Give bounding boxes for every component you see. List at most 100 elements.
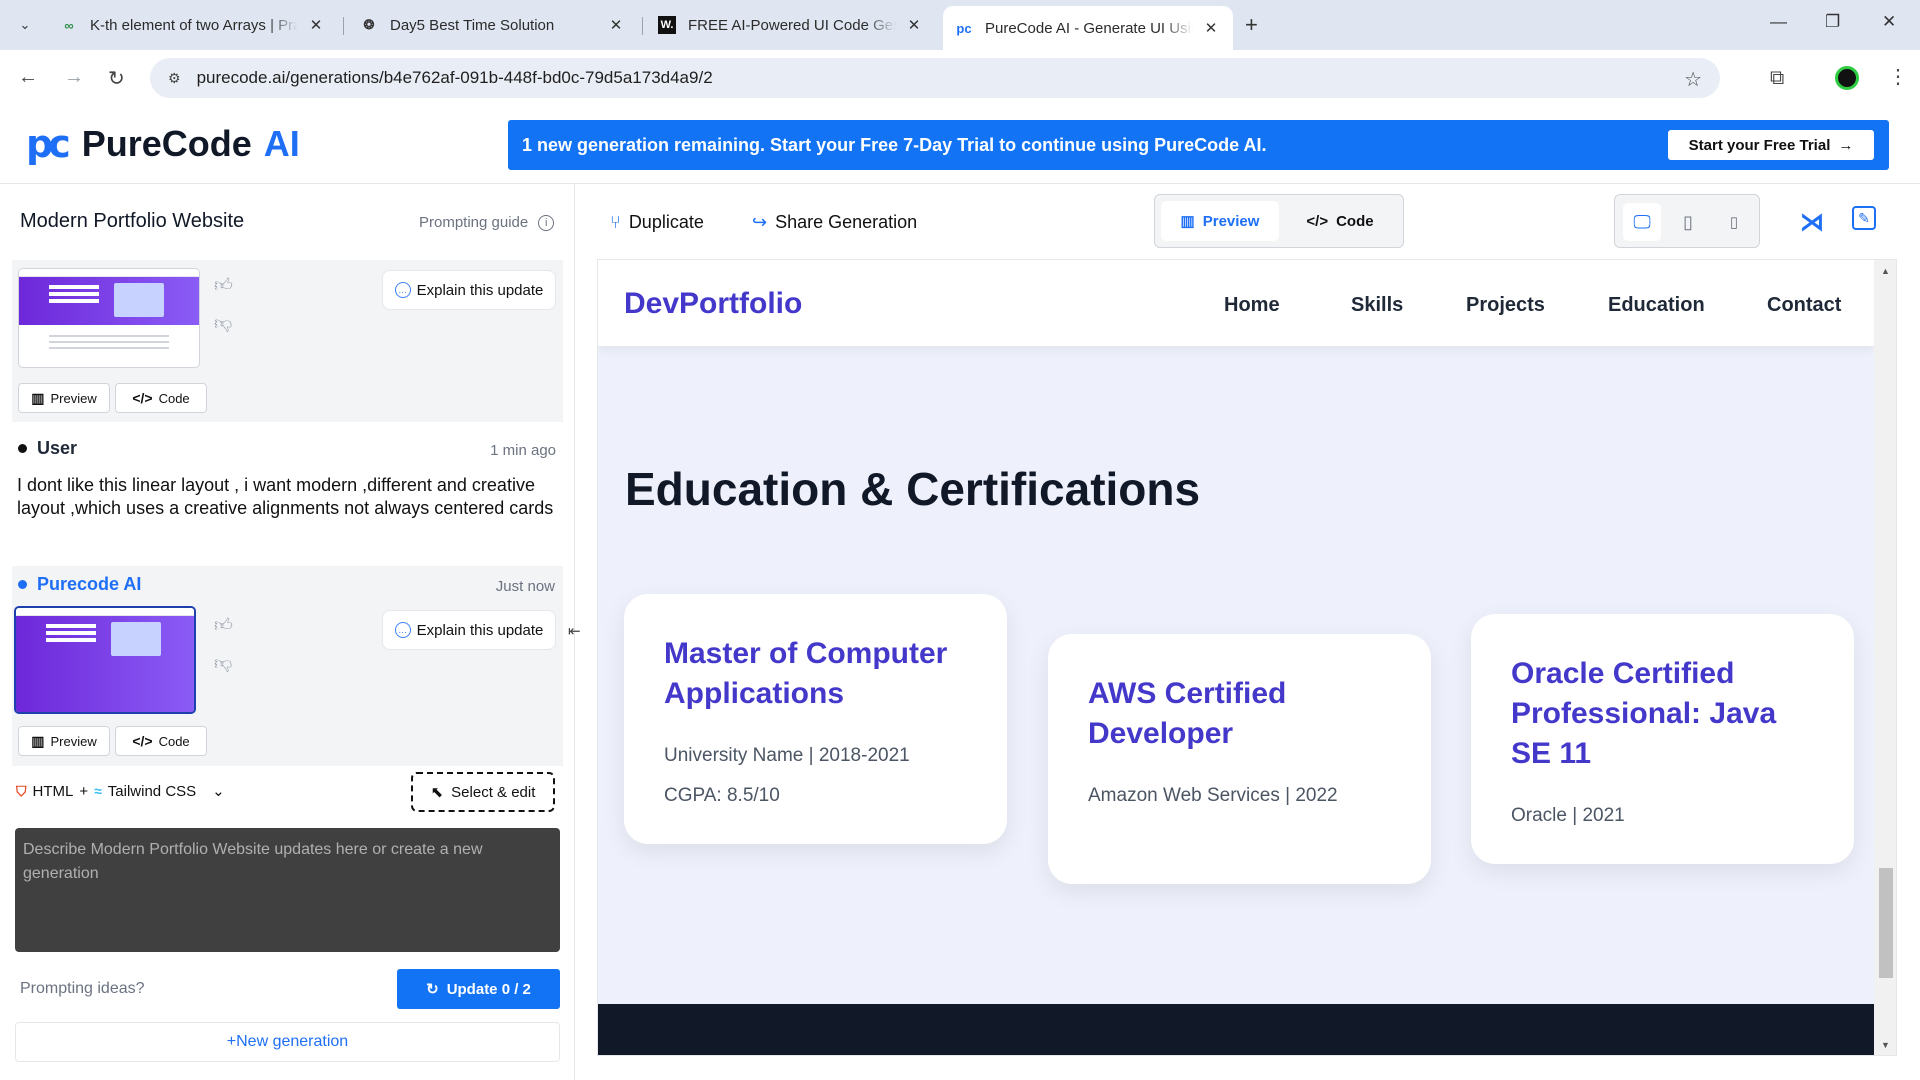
- preview-footer: [598, 1004, 1874, 1055]
- mobile-icon[interactable]: ▯: [1715, 203, 1753, 241]
- code-button[interactable]: </> Code: [115, 726, 207, 756]
- scroll-down-icon[interactable]: ▼: [1881, 1040, 1890, 1050]
- preview-nav-skills[interactable]: Skills: [1351, 294, 1403, 317]
- layout-icon: ▥: [31, 732, 45, 749]
- preview-nav-education[interactable]: Education: [1608, 294, 1705, 317]
- ai-generation: Purecode AI Just now 👍︎ 👎︎ … Explain thi…: [12, 566, 563, 766]
- tab-preview[interactable]: ▥ Preview: [1161, 201, 1279, 241]
- collapse-panel-icon[interactable]: ⇤: [568, 622, 581, 640]
- minimize-icon[interactable]: —: [1770, 12, 1787, 32]
- select-edit-button[interactable]: ⬉ Select & edit: [411, 772, 555, 812]
- tab-code[interactable]: </> Code: [1281, 201, 1399, 241]
- close-window-icon[interactable]: ✕: [1882, 12, 1896, 32]
- url-text[interactable]: purecode.ai/generations/b4e762af-091b-44…: [197, 68, 713, 88]
- code-icon: </>: [132, 733, 153, 749]
- user-dot-icon: [18, 444, 27, 453]
- app-header: pc PureCode AI 1 new generation remainin…: [0, 106, 1920, 184]
- preview-button[interactable]: ▥ Preview: [18, 383, 110, 413]
- prompting-guide-link[interactable]: Prompting guide i: [419, 214, 555, 231]
- preview-nav-home[interactable]: Home: [1224, 294, 1280, 317]
- generation-thumbnail[interactable]: [18, 268, 200, 368]
- bookmark-star-icon[interactable]: ☆: [1684, 67, 1702, 92]
- reload-icon[interactable]: ↻: [108, 66, 125, 91]
- browser-menu-icon[interactable]: ⋮: [1888, 64, 1908, 89]
- scrollbar-thumb[interactable]: [1879, 868, 1893, 978]
- tablet-icon[interactable]: ▯: [1669, 203, 1707, 241]
- start-free-trial-button[interactable]: Start your Free Trial →: [1668, 130, 1874, 160]
- preview-navbar: DevPortfolio Home Skills Projects Educat…: [598, 260, 1874, 346]
- restore-icon[interactable]: ❐: [1825, 12, 1840, 32]
- browser-tab-1[interactable]: ∞ K-th element of two Arrays | Pra ✕: [48, 8, 338, 42]
- education-card-2: AWS Certified Developer Amazon Web Servi…: [1048, 634, 1431, 884]
- tab-search-chevron-icon[interactable]: ⌄: [12, 12, 38, 38]
- code-label: Code: [158, 733, 190, 749]
- fork-icon: ⑂: [610, 212, 621, 232]
- layout-icon: ▥: [31, 389, 45, 406]
- thumbs-down-icon[interactable]: 👎︎: [214, 312, 232, 334]
- forward-icon[interactable]: →: [64, 66, 84, 89]
- thumbs-up-icon[interactable]: 👍︎: [214, 614, 233, 636]
- education-card-3: Oracle Certified Professional: Java SE 1…: [1471, 614, 1854, 864]
- card-line: CGPA: 8.5/10: [664, 785, 780, 806]
- extensions-icon[interactable]: ⧉: [1770, 67, 1784, 90]
- vscode-icon[interactable]: ⋊: [1800, 208, 1824, 237]
- browser-tab-active[interactable]: pc PureCode AI - Generate UI Usin ✕: [943, 6, 1233, 50]
- close-tab-icon[interactable]: ✕: [1201, 19, 1221, 37]
- code-label: Code: [158, 390, 190, 406]
- card-title: AWS Certified Developer: [1088, 677, 1287, 750]
- card-line: Amazon Web Services | 2022: [1088, 785, 1338, 806]
- scroll-up-icon[interactable]: ▲: [1881, 266, 1890, 276]
- html5-icon: ⛉: [16, 782, 27, 799]
- prompting-ideas-link[interactable]: Prompting ideas?: [20, 980, 145, 998]
- close-tab-icon[interactable]: ✕: [306, 16, 326, 34]
- share-generation-button[interactable]: ↪ Share Generation: [752, 212, 917, 233]
- thumbs-down-icon[interactable]: 👎︎: [214, 652, 232, 674]
- thumbs-up-icon[interactable]: 👍︎: [214, 274, 233, 296]
- address-bar-row: ← → ↻ ⚙ purecode.ai/generations/b4e762af…: [0, 50, 1920, 106]
- close-tab-icon[interactable]: ✕: [606, 16, 626, 34]
- device-toggle: 🖵︎ ▯ ▯: [1614, 194, 1760, 248]
- browser-tab-2[interactable]: ❂ Day5 Best Time Solution ✕: [348, 8, 638, 42]
- back-icon[interactable]: ←: [18, 66, 38, 89]
- prompting-guide-label: Prompting guide: [419, 214, 529, 231]
- preview-nav-contact[interactable]: Contact: [1767, 294, 1841, 317]
- preview-brand[interactable]: DevPortfolio: [624, 287, 802, 321]
- prompt-input[interactable]: Describe Modern Portfolio Website update…: [15, 828, 560, 952]
- explain-update-button[interactable]: … Explain this update: [382, 610, 556, 650]
- purecode-logo[interactable]: pc PureCode AI: [26, 122, 300, 166]
- chat-icon: …: [394, 622, 411, 638]
- profile-avatar[interactable]: [1835, 66, 1859, 90]
- banner-text: 1 new generation remaining. Start your F…: [522, 134, 1267, 155]
- desktop-icon[interactable]: 🖵︎: [1623, 203, 1661, 241]
- user-role-row: User: [18, 438, 77, 459]
- preview-nav-projects[interactable]: Projects: [1466, 294, 1545, 317]
- close-tab-icon[interactable]: ✕: [904, 16, 924, 34]
- previous-generation: 👍︎ 👎︎ … Explain this update ▥ Preview </…: [12, 260, 563, 422]
- tab-preview-label: Preview: [1202, 212, 1260, 230]
- selected-generation-thumbnail[interactable]: [14, 606, 196, 714]
- preview-label: Preview: [50, 733, 97, 749]
- card-line: Oracle | 2021: [1511, 805, 1625, 826]
- chat-sidebar: Modern Portfolio Website Prompting guide…: [0, 184, 581, 1080]
- tab-title: K-th element of two Arrays | Pra: [90, 16, 298, 34]
- update-button[interactable]: ↻ Update 0 / 2: [397, 969, 560, 1009]
- stack-selector[interactable]: ⛉ HTML + ≈ Tailwind CSS ⌄: [16, 782, 225, 801]
- tab-code-label: Code: [1336, 212, 1374, 230]
- preview-frame[interactable]: DevPortfolio Home Skills Projects Educat…: [597, 259, 1897, 1056]
- url-bar[interactable]: ⚙ purecode.ai/generations/b4e762af-091b-…: [150, 58, 1720, 98]
- browser-tab-3[interactable]: W. FREE AI-Powered UI Code Gene ✕: [646, 8, 936, 42]
- code-button[interactable]: </> Code: [115, 383, 207, 413]
- trial-banner: 1 new generation remaining. Start your F…: [508, 120, 1889, 170]
- preview-button[interactable]: ▥ Preview: [18, 726, 110, 756]
- duplicate-button[interactable]: ⑂ Duplicate: [610, 212, 704, 233]
- select-edit-label: Select & edit: [451, 783, 536, 801]
- explain-update-button[interactable]: … Explain this update: [382, 270, 556, 310]
- new-tab-icon[interactable]: +: [1245, 12, 1258, 38]
- code-icon: </>: [132, 390, 153, 406]
- new-generation-button[interactable]: +New generation: [15, 1022, 560, 1062]
- site-info-icon[interactable]: ⚙: [168, 70, 181, 87]
- preview-scrollbar[interactable]: ▲ ▼: [1874, 260, 1896, 1055]
- code-icon: </>: [1306, 212, 1329, 230]
- preview-section-heading: Education & Certifications: [625, 463, 1201, 515]
- open-editor-icon[interactable]: ✎: [1852, 206, 1876, 230]
